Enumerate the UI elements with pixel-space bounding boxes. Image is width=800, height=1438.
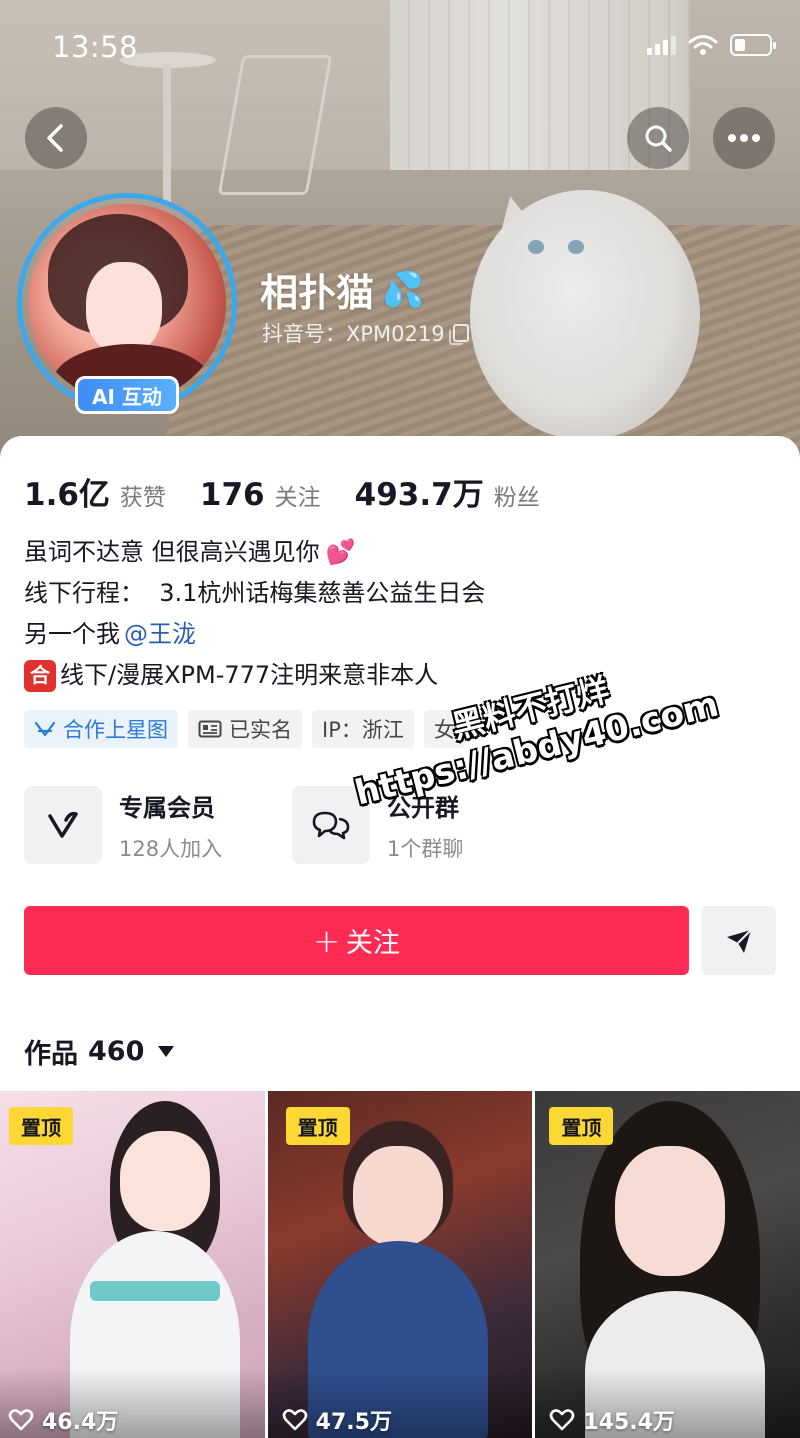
back-button[interactable] [25,107,87,169]
bio-line: 另一个我 @王泷 [24,614,485,655]
bio-text: 虽词不达意 但很高兴遇见你 [24,538,320,566]
id-card-icon [198,720,222,738]
membership-subtitle: 128人加入 [119,836,223,861]
battery-fill [735,39,745,51]
stat-followers[interactable]: 493.7万 粉丝 [355,469,540,514]
tag-label: 已实名 [229,718,292,742]
chat-bubbles-icon [312,811,350,840]
status-time: 13:58 [52,30,139,64]
more-options-button[interactable] [713,107,775,169]
stat-following[interactable]: 176 关注 [200,477,321,513]
membership-text: 专属会员 128人加入 [119,788,222,863]
stat-label: 获赞 [119,485,166,511]
paper-plane-icon [726,928,752,953]
search-icon [645,125,672,152]
video-thumbnail[interactable]: 置顶 47.5万 [267,1091,533,1438]
wifi-icon [688,35,718,55]
likes-count: 145.4万 [583,1410,675,1435]
profile-bio: 虽词不达意 但很高兴遇见你 💕 线下行程： 3.1杭州话梅集慈善公益生日会 另一… [24,532,485,696]
battery-icon [730,34,776,56]
works-label: 作品 [24,1039,78,1070]
video-grid: 置顶 46.4万 置顶 47.5万 置顶 145.4万 [0,1091,800,1438]
figure-head [352,1146,443,1246]
bio-text: 线下/漫展XPM-777注明来意非本人 [60,661,439,689]
douyin-id[interactable]: 抖音号：XPM0219 [262,318,469,348]
figure-head [120,1131,210,1231]
cellular-signal-icon [647,35,676,55]
bio-text: 线下行程： 3.1杭州话梅集慈善公益生日会 [24,579,486,607]
pinned-badge: 置顶 [549,1107,614,1145]
two-hearts-icon: 💕 [325,538,356,566]
tag-label: 合作上星图 [63,718,168,742]
membership-entry[interactable]: 专属会员 128人加入 [24,786,222,864]
avatar-image [28,204,226,402]
he-badge-icon: 合 [24,659,56,692]
pinned-badge: 置顶 [9,1107,73,1145]
works-count: 460 [88,1036,145,1067]
star-map-icon [34,721,56,737]
likes-count: 46.4万 [42,1410,119,1435]
likes-count: 47.5万 [315,1410,392,1435]
status-icons [647,34,776,56]
stat-likes[interactable]: 1.6亿 获赞 [24,469,166,514]
membership-icon-box [24,786,102,864]
v-icon [48,811,78,838]
mention-link[interactable]: @王泷 [124,614,196,655]
stat-value: 493.7万 [354,477,484,513]
video-likes: 145.4万 [549,1404,675,1436]
tag-star-map[interactable]: 合作上星图 [24,710,178,748]
bio-line: 虽词不达意 但很高兴遇见你 💕 [24,532,485,573]
sweat-droplets-icon: 💦 [382,269,425,310]
follow-button-label: 关注 [345,928,400,959]
profile-stats: 1.6亿 获赞 176 关注 493.7万 粉丝 [24,469,574,514]
pinned-badge: 置顶 [285,1107,350,1145]
chevron-left-icon [47,124,63,152]
stat-label: 粉丝 [493,485,540,511]
bio-text: 另一个我 [24,620,120,648]
figure-head [615,1146,726,1276]
heart-icon [282,1409,307,1431]
stat-label: 关注 [274,485,321,511]
stat-value: 176 [199,477,265,513]
video-thumbnail[interactable]: 置顶 46.4万 [0,1091,265,1438]
copy-icon[interactable] [448,324,469,345]
douyin-id-text: 抖音号：XPM0219 [262,322,445,346]
ai-interaction-badge[interactable]: AI 互动 [75,376,179,414]
video-likes: 46.4万 [8,1404,118,1436]
video-likes: 47.5万 [282,1404,392,1436]
follow-button[interactable]: + 关注 [24,906,689,975]
video-thumbnail[interactable]: 置顶 145.4万 [535,1091,800,1438]
profile-name-text: 相扑猫 [260,271,375,315]
membership-title: 专属会员 [119,793,215,822]
more-dots-icon [728,134,760,142]
caret-down-icon [158,1046,175,1057]
group-subtitle: 1个群聊 [387,836,464,861]
heart-icon [8,1409,34,1431]
works-tab[interactable]: 作品 460 [24,1032,175,1071]
figure-sash [90,1281,220,1301]
heart-icon [550,1409,575,1431]
profile-name: 相扑猫 💦 [260,262,424,317]
bio-line: 线下行程： 3.1杭州话梅集慈善公益生日会 [24,573,485,614]
search-button[interactable] [627,107,689,169]
plus-icon: + [313,921,340,960]
bio-line: 合 线下/漫展XPM-777注明来意非本人 [24,655,485,696]
tag-verified[interactable]: 已实名 [188,710,302,748]
stat-value: 1.6亿 [24,477,110,513]
avatar-face [86,262,162,354]
send-message-button[interactable] [701,906,776,975]
